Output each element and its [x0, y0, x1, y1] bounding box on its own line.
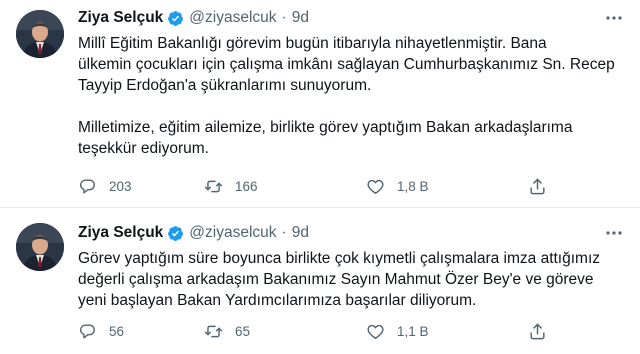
retweet-button[interactable]: 65	[204, 319, 250, 343]
timestamp[interactable]: 9d	[292, 9, 309, 27]
tweet-text-line: yeni başlayan Bakan Yardımcılarımıza baş…	[78, 292, 477, 309]
reply-icon	[78, 177, 97, 196]
author-handle[interactable]: @ziyaselcuk	[189, 224, 276, 242]
like-button[interactable]: 1,8 B	[366, 174, 429, 198]
retweet-count: 166	[235, 178, 258, 194]
like-icon	[366, 177, 385, 196]
avatar[interactable]	[16, 223, 64, 271]
tweet-text-line: Görev yaptığım süre boyunca birlikte çok…	[78, 250, 601, 267]
tweet-text-line: Millî Eğitim Bakanlığı görevim bugün iti…	[78, 35, 547, 52]
reply-button[interactable]: 203	[78, 174, 132, 198]
retweet-icon	[204, 322, 223, 341]
avatar[interactable]	[16, 10, 64, 58]
reply-count: 203	[109, 178, 132, 194]
like-count: 1,8 B	[397, 178, 429, 194]
tweet-actions: 203 166 1,8 B	[74, 174, 594, 198]
share-icon	[528, 177, 547, 196]
tweet-text: Millî Eğitim Bakanlığı görevim bugün iti…	[78, 33, 626, 159]
reply-count: 56	[109, 323, 125, 339]
separator: ·	[281, 9, 287, 26]
tweet[interactable]: Ziya Selçuk @ziyaselcuk · 9d Millî Eğiti…	[0, 0, 640, 208]
share-button[interactable]	[528, 174, 547, 198]
tweet-text-line: Tayyip Erdoğan'a şükranlarımı sunuyorum.	[78, 77, 372, 94]
share-icon	[528, 322, 547, 341]
tweet-text-line: değerli çalışma arkadaşım Bakanımız Sayı…	[78, 271, 594, 288]
tweet-paragraph: Milletimize, eğitim ailemize, birlikte g…	[78, 117, 626, 159]
like-count: 1,1 B	[397, 323, 429, 339]
retweet-count: 65	[235, 323, 251, 339]
author-name[interactable]: Ziya Selçuk	[78, 9, 163, 27]
tweet-text-line: teşekkür ediyorum.	[78, 140, 209, 157]
author-handle[interactable]: @ziyaselcuk	[189, 9, 276, 27]
tweet[interactable]: Ziya Selçuk @ziyaselcuk · 9d Görev yaptı…	[0, 209, 640, 354]
reply-button[interactable]: 56	[78, 319, 124, 343]
tweet-actions: 56 65 1,1 B	[74, 319, 594, 343]
tweet-text: Görev yaptığım süre boyunca birlikte çok…	[78, 248, 626, 311]
tweet-text-line: Milletimize, eğitim ailemize, birlikte g…	[78, 119, 573, 136]
retweet-icon	[204, 177, 223, 196]
share-button[interactable]	[528, 319, 547, 343]
reply-icon	[78, 322, 97, 341]
verified-badge-icon	[167, 225, 184, 242]
tweet-text-line: ülkemin çocukları için çalışma imkânı sa…	[78, 56, 615, 73]
verified-badge-icon	[167, 10, 184, 27]
timestamp[interactable]: 9d	[292, 224, 309, 242]
separator: ·	[281, 224, 287, 241]
like-icon	[366, 322, 385, 341]
retweet-button[interactable]: 166	[204, 174, 258, 198]
author-name[interactable]: Ziya Selçuk	[78, 224, 163, 242]
like-button[interactable]: 1,1 B	[366, 319, 429, 343]
more-icon[interactable]	[604, 8, 624, 28]
more-icon[interactable]	[604, 223, 624, 243]
